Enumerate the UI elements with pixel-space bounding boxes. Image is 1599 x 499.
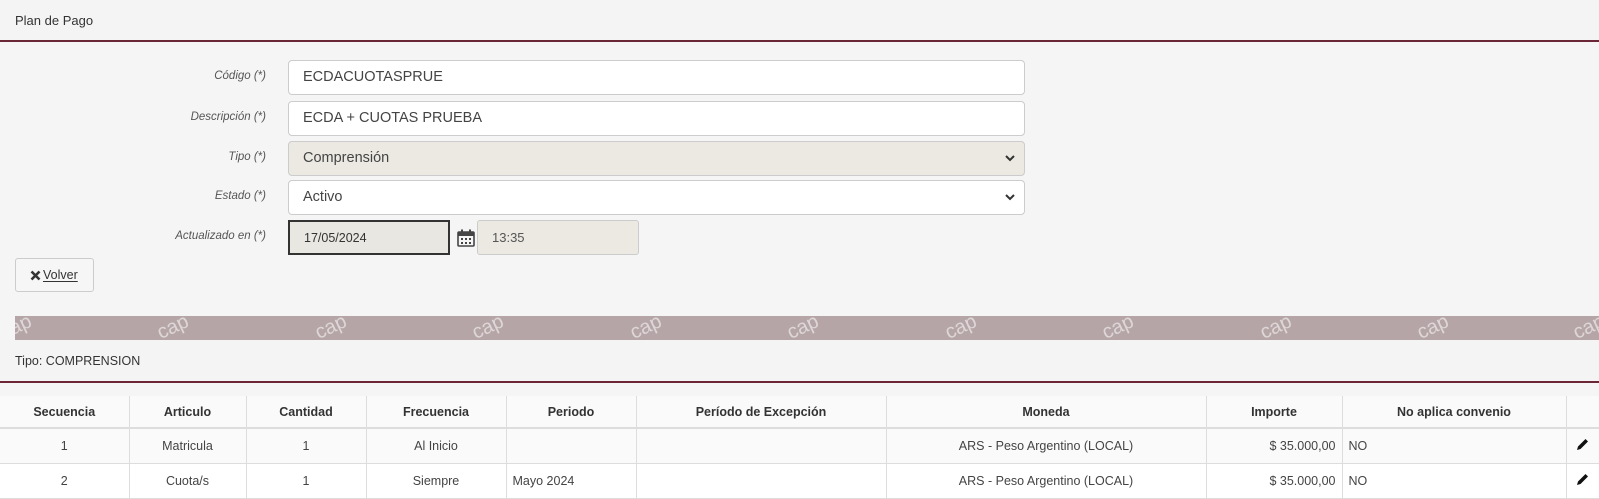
codigo-label: Código (*) — [214, 70, 266, 82]
watermark-text: cap — [311, 316, 351, 340]
tipo-label: Tipo (*) — [228, 151, 266, 163]
calendar-icon[interactable] — [456, 228, 476, 248]
table-cell: $ 35.000,00 — [1206, 463, 1343, 499]
chevron-down-icon — [1005, 194, 1015, 201]
panel-title: Plan de Pago — [15, 13, 94, 28]
column-header — [1566, 396, 1599, 429]
tipo-row: Tipo (*) Comprensión — [0, 141, 1100, 177]
watermark-text: cap — [1098, 316, 1138, 340]
table-row: 1 Matricula 1 Al Inicio ARS - Peso Argen… — [0, 428, 1599, 464]
volver-button[interactable]: Volver — [15, 258, 94, 292]
table-cell: 1 — [246, 463, 367, 499]
pencil-icon[interactable] — [1575, 472, 1590, 487]
table-row: 2 Cuota/s 1 Siempre Mayo 2024 ARS - Peso… — [0, 463, 1599, 499]
table-cell: NO — [1342, 428, 1567, 464]
codigo-input[interactable]: ECDACUOTASPRUE — [288, 60, 1025, 95]
watermark-text: cap — [1413, 316, 1453, 340]
tipo-select[interactable]: Comprensión — [288, 141, 1025, 176]
table-cell: ARS - Peso Argentino (LOCAL) — [886, 463, 1207, 499]
watermark-text: cap — [783, 316, 823, 340]
estado-row: Estado (*) Activo — [0, 180, 1100, 216]
panel-header: Plan de Pago — [0, 0, 1599, 42]
section-title: Tipo: COMPRENSION — [15, 354, 141, 368]
section-header: Tipo: COMPRENSION — [0, 340, 1599, 383]
watermark-text: cap — [153, 316, 193, 340]
plan-form: Código (*) ECDACUOTASPRUE Descripción (*… — [0, 42, 1599, 316]
column-header: Importe — [1206, 396, 1343, 429]
chevron-down-icon — [1005, 155, 1015, 162]
table-cell: Mayo 2024 — [506, 463, 637, 499]
column-header: Período de Excepción — [636, 396, 887, 429]
descripcion-row: Descripción (*) ECDA + CUOTAS PRUEBA — [0, 101, 1100, 137]
table-cell — [636, 463, 887, 499]
time-input[interactable]: 13:35 — [477, 220, 639, 255]
watermark-text: cap — [626, 316, 666, 340]
table-cell: 1 — [0, 428, 130, 464]
edit-cell[interactable] — [1566, 463, 1599, 499]
table-cell: Cuota/s — [129, 463, 247, 499]
watermark-text: cap — [1569, 316, 1599, 340]
edit-cell[interactable] — [1566, 428, 1599, 464]
watermark-text: cap — [15, 316, 36, 340]
column-header: No aplica convenio — [1342, 396, 1567, 429]
table-header-row: Secuencia Articulo Cantidad Frecuencia P… — [0, 396, 1599, 429]
table-cell: Siempre — [366, 463, 507, 499]
table-cell: Al Inicio — [366, 428, 507, 464]
watermark-text: cap — [941, 316, 981, 340]
actualizado-row: Actualizado en (*) 17/05/2024 13:35 — [0, 220, 1100, 256]
watermark-text: cap — [468, 316, 508, 340]
column-header: Periodo — [506, 396, 637, 429]
descripcion-input[interactable]: ECDA + CUOTAS PRUEBA — [288, 101, 1025, 136]
column-header: Articulo — [129, 396, 247, 429]
table-cell: 1 — [246, 428, 367, 464]
codigo-row: Código (*) ECDACUOTASPRUE — [0, 60, 1100, 96]
column-header: Cantidad — [246, 396, 367, 429]
table-cell: $ 35.000,00 — [1206, 428, 1343, 464]
date-input[interactable]: 17/05/2024 — [288, 220, 450, 255]
pencil-icon[interactable] — [1575, 437, 1590, 452]
table-cell: ARS - Peso Argentino (LOCAL) — [886, 428, 1207, 464]
table-cell — [506, 428, 637, 464]
descripcion-label: Descripción (*) — [190, 111, 266, 123]
table-cell — [636, 428, 887, 464]
watermark-text: cap — [1256, 316, 1296, 340]
column-header: Frecuencia — [366, 396, 507, 429]
table-cell: Matricula — [129, 428, 247, 464]
close-icon — [30, 270, 41, 281]
volver-label: Volver — [43, 268, 78, 282]
tipo-value: Comprensión — [303, 150, 390, 166]
cuotas-table: Secuencia Articulo Cantidad Frecuencia P… — [0, 396, 1599, 499]
estado-select[interactable]: Activo — [288, 180, 1025, 215]
estado-value: Activo — [303, 189, 343, 205]
actualizado-label: Actualizado en (*) — [175, 230, 266, 242]
column-header: Secuencia — [0, 396, 130, 429]
column-header: Moneda — [886, 396, 1207, 429]
table-cell: NO — [1342, 463, 1567, 499]
watermark-band: cap cap cap cap cap cap cap cap cap cap … — [15, 316, 1599, 340]
estado-label: Estado (*) — [214, 190, 266, 202]
table-cell: 2 — [0, 463, 130, 499]
